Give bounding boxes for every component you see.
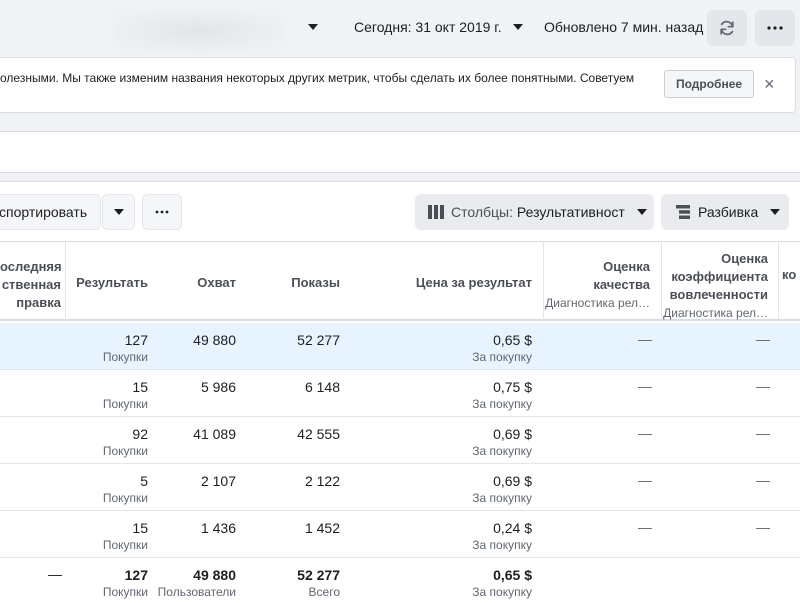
header-impressions[interactable]: Показы	[240, 274, 340, 292]
results-value: 15	[132, 379, 148, 395]
quality-value: —	[638, 425, 652, 441]
header-last-edit[interactable]: оследняя ственная правка	[0, 258, 61, 312]
refresh-icon	[720, 20, 734, 36]
quality-value: —	[638, 331, 652, 347]
reach-value: 1 436	[200, 520, 236, 536]
results-type: Покупки	[102, 350, 148, 364]
chevron-down-icon	[113, 209, 124, 215]
breakdown-icon	[676, 205, 690, 219]
refresh-button[interactable]	[707, 10, 747, 46]
table-header: оследняя ственная правка Результать Охва…	[0, 241, 800, 322]
results-value: 15	[132, 520, 148, 536]
impressions-value: 6 148	[304, 379, 340, 395]
engagement-value: —	[756, 519, 770, 535]
more-dots-icon	[767, 26, 783, 30]
impressions-value: 52 277	[297, 332, 340, 348]
reach-value: 5 986	[200, 379, 236, 395]
notice-text: олезными. Мы также изменим названия неко…	[0, 71, 635, 85]
engagement-value: —	[756, 425, 770, 441]
breakdown-button[interactable]: Разбивка	[661, 194, 789, 230]
header-reach[interactable]: Охват	[150, 274, 236, 292]
table-row[interactable]: 15 Покупки 5 986 6 148 0,75 $ За покупку — —	[0, 370, 800, 417]
results-value: 92	[132, 426, 148, 442]
metrics-notice-banner: олезными. Мы также изменим названия неко…	[0, 57, 796, 113]
total-impressions-type: Всего	[308, 585, 340, 599]
table-row[interactable]: 92 Покупки 41 089 42 555 0,69 $ За покупку — —	[0, 417, 800, 464]
impressions-value: 2 122	[304, 473, 340, 489]
engagement-value: —	[756, 472, 770, 488]
cost-value: 0,69 $	[493, 426, 532, 442]
total-reach-value: 49 880	[193, 567, 236, 583]
table-row[interactable]: 127 Покупки 49 880 52 277 0,65 $ За покупку — —	[0, 323, 800, 370]
results-type: Покупки	[102, 491, 148, 505]
header-engagement-ranking[interactable]: Оценка коэффициента вовлеченности Диагно…	[662, 250, 768, 322]
export-label: спортировать	[0, 204, 88, 220]
chevron-down-icon	[636, 209, 647, 215]
details-button[interactable]: Подробнее	[664, 70, 754, 98]
results-type: Покупки	[102, 538, 148, 552]
account-selector-blurred[interactable]	[112, 10, 284, 52]
table-more-button[interactable]	[142, 194, 182, 230]
reach-value: 41 089	[193, 426, 236, 442]
total-cost-type: За покупку	[472, 585, 532, 599]
cost-type: За покупку	[472, 350, 532, 364]
total-results-value: 127	[124, 567, 148, 583]
results-value: 127	[124, 332, 148, 348]
cost-type: За покупку	[472, 538, 532, 552]
date-range-label[interactable]: Сегодня: 31 окт 2019 г.	[354, 19, 502, 35]
quality-value: —	[638, 472, 652, 488]
columns-prefix: Столбцы:	[451, 204, 517, 220]
export-button[interactable]: спортировать	[0, 194, 101, 230]
total-impressions-value: 52 277	[297, 567, 340, 583]
header-next-partial[interactable]: ко	[782, 266, 800, 284]
reach-value: 2 107	[200, 473, 236, 489]
cost-value: 0,69 $	[493, 473, 532, 489]
cost-type: За покупку	[472, 444, 532, 458]
columns-icon	[428, 205, 444, 219]
header-results[interactable]: Результать	[72, 274, 148, 292]
cost-value: 0,24 $	[493, 520, 532, 536]
results-type: Покупки	[102, 397, 148, 411]
top-bar: Сегодня: 31 окт 2019 г. Обновлено 7 мин.…	[0, 0, 800, 56]
more-options-button[interactable]	[755, 10, 795, 46]
results-value: 5	[140, 473, 148, 489]
header-cost-per-result[interactable]: Цена за результат	[380, 274, 532, 292]
total-cost-value: 0,65 $	[493, 567, 532, 583]
breakdown-label: Разбивка	[698, 204, 759, 220]
ads-table-panel: спортировать Столбцы: Результативност Ра…	[0, 181, 800, 603]
engagement-value: —	[756, 378, 770, 394]
cost-value: 0,65 $	[493, 332, 532, 348]
chevron-down-icon	[770, 209, 781, 215]
close-icon[interactable]: ×	[764, 75, 775, 93]
impressions-value: 42 555	[297, 426, 340, 442]
quality-value: —	[638, 378, 652, 394]
total-results-type: Покупки	[102, 585, 148, 599]
impressions-value: 1 452	[304, 520, 340, 536]
account-chevron-down-icon[interactable]	[308, 24, 318, 30]
search-filter-strip[interactable]	[0, 131, 800, 173]
updated-label: Обновлено 7 мин. назад	[544, 19, 704, 35]
reach-value: 49 880	[193, 332, 236, 348]
header-quality-ranking[interactable]: Оценка качества Диагностика рел…	[544, 258, 650, 312]
cost-type: За покупку	[472, 397, 532, 411]
cost-value: 0,75 $	[493, 379, 532, 395]
table-total-row: — 127 Покупки 49 880 Пользователи 52 277…	[0, 558, 800, 603]
date-chevron-down-icon[interactable]	[513, 24, 523, 30]
cost-type: За покупку	[472, 491, 532, 505]
results-type: Покупки	[102, 444, 148, 458]
columns-selector-button[interactable]: Столбцы: Результативност	[415, 194, 654, 230]
more-dots-icon	[155, 210, 169, 214]
engagement-value: —	[756, 331, 770, 347]
table-row[interactable]: 15 Покупки 1 436 1 452 0,24 $ За покупку — —	[0, 511, 800, 558]
columns-value: Результативност	[516, 204, 625, 220]
export-dropdown-button[interactable]	[102, 194, 135, 230]
quality-value: —	[638, 519, 652, 535]
table-row[interactable]: 5 Покупки 2 107 2 122 0,69 $ За покупку — —	[0, 464, 800, 511]
total-reach-type: Пользователи	[157, 585, 236, 599]
